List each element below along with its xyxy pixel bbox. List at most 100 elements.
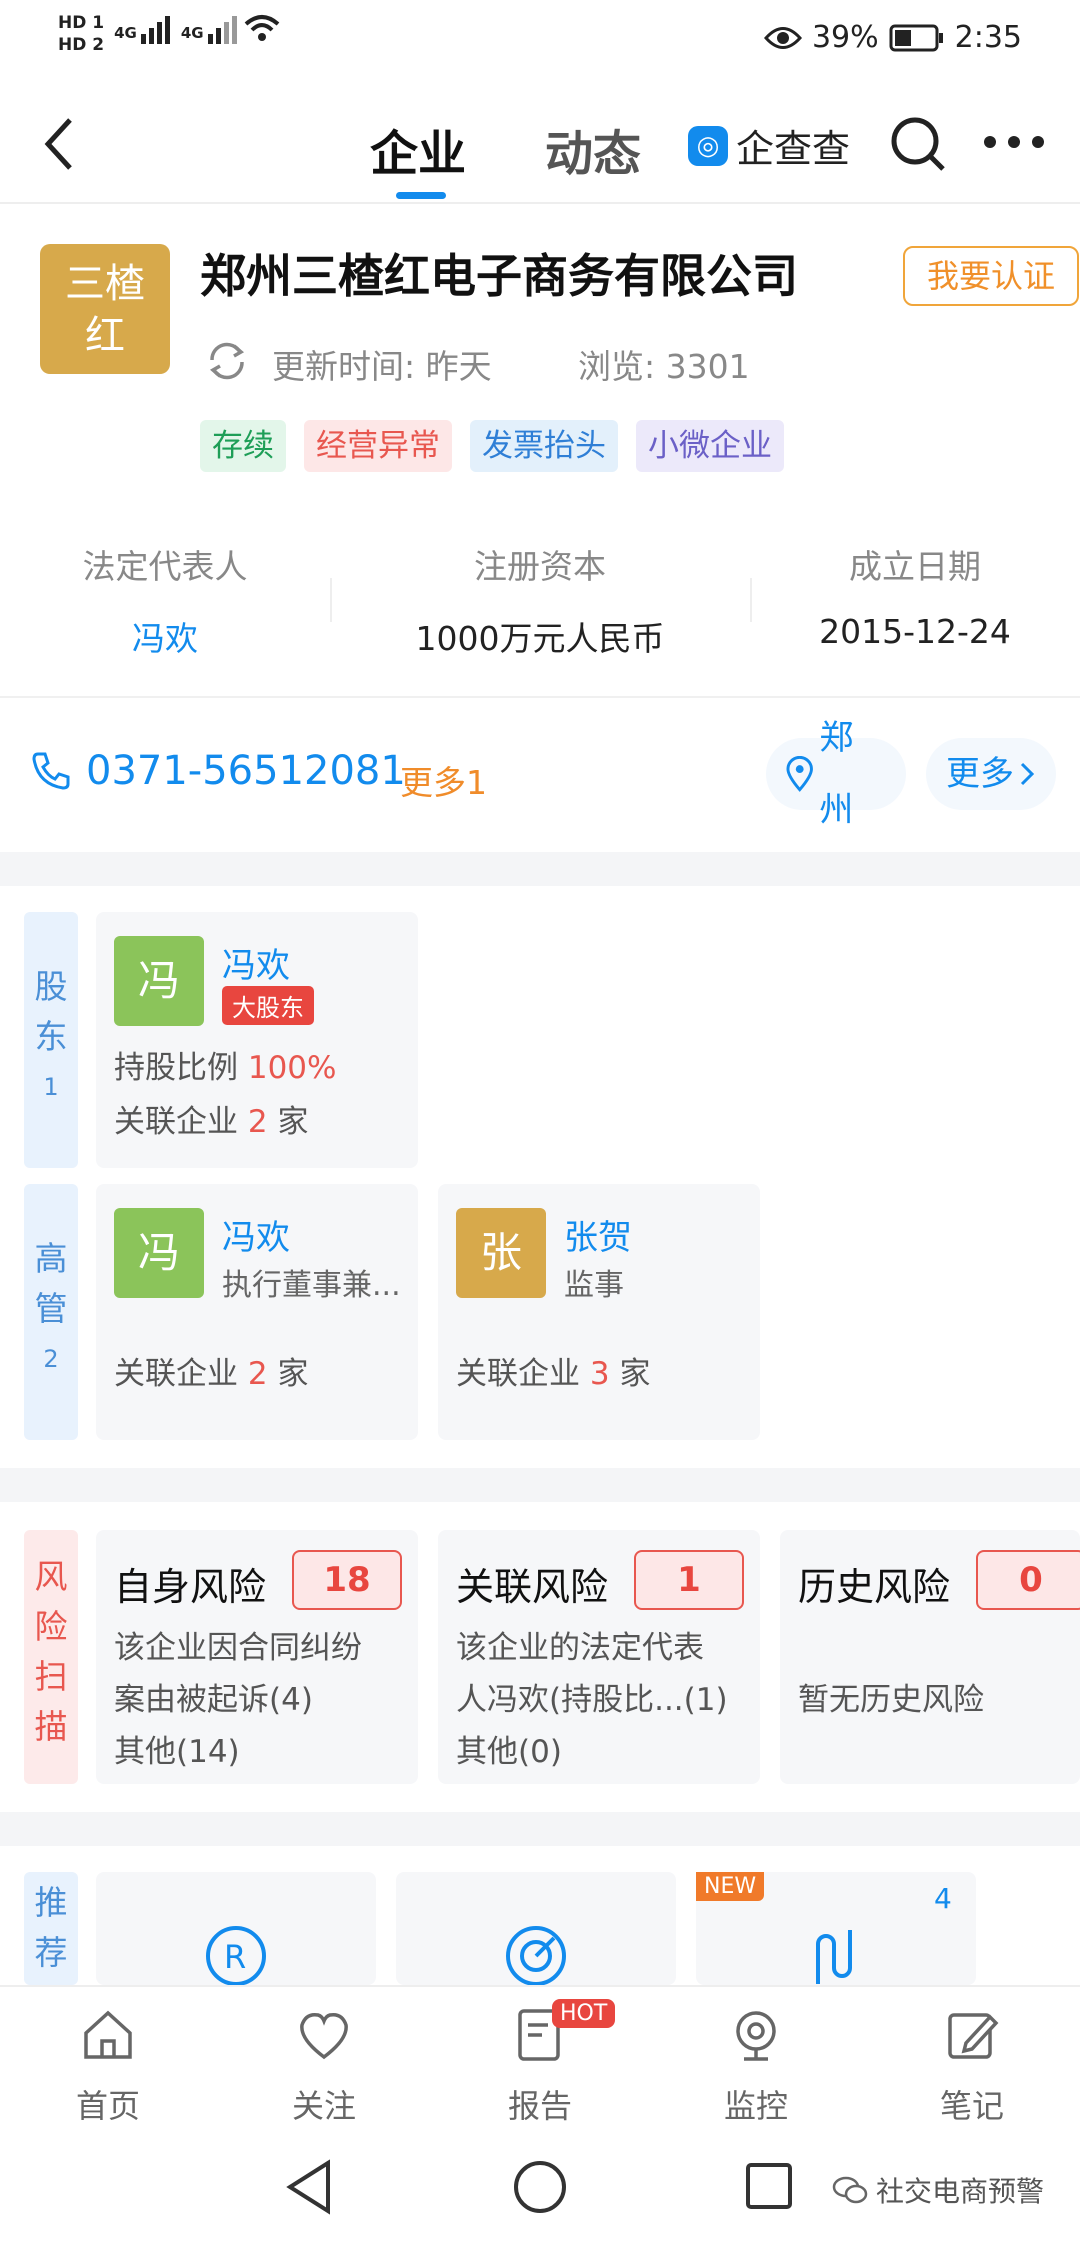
recents-square-icon[interactable] xyxy=(744,2161,794,2211)
capital-value: 1000万元人民币 xyxy=(415,619,665,658)
major-shareholder-badge: 大股东 xyxy=(222,986,314,1025)
nav-home[interactable]: 首页 xyxy=(38,2007,178,2127)
more-phones-link[interactable]: 更多1 xyxy=(400,756,487,804)
ratio-label: 持股比例 xyxy=(114,1050,238,1086)
risk-description: 该企业的法定代表 人冯欢(持股比...(1) 其他(0) xyxy=(456,1622,728,1778)
tab-news[interactable]: 动态 xyxy=(545,114,641,184)
related-count: 2 xyxy=(247,1104,268,1140)
svg-text:R: R xyxy=(224,1938,246,1976)
legal-rep-value[interactable]: 冯欢 xyxy=(20,612,310,660)
related-label: 关联企业 xyxy=(456,1356,580,1392)
nav-label: 报告 xyxy=(507,2087,572,2125)
founded-value: 2015-12-24 xyxy=(819,612,1011,651)
executive-count: 2 xyxy=(43,1345,59,1373)
related-companies: 关联企业 2 家 xyxy=(114,1096,308,1141)
avatar: 冯 xyxy=(114,936,204,1026)
back-arrow-icon[interactable] xyxy=(40,114,80,174)
update-time: 更新时间: 昨天 xyxy=(272,347,492,386)
heart-icon xyxy=(300,2012,348,2060)
tab-active-indicator xyxy=(396,192,446,199)
risk-desc-line: 案由被起诉(4) xyxy=(114,1682,313,1718)
risk-title: 关联风险 xyxy=(456,1565,609,1609)
phone-text: 0371-56512081 xyxy=(86,748,406,794)
nav-follow[interactable]: 关注 xyxy=(254,2007,394,2127)
executive-title: 执行董事兼... xyxy=(222,1268,401,1303)
label-char: 风 xyxy=(34,1557,68,1596)
risk-card-related[interactable]: 关联风险 1 该企业的法定代表 人冯欢(持股比...(1) 其他(0) xyxy=(438,1530,760,1784)
more-icon[interactable] xyxy=(982,132,1046,152)
risk-count: 0 xyxy=(976,1550,1080,1610)
city-button[interactable]: 郑州 xyxy=(766,718,906,830)
risk-card-self[interactable]: 自身风险 18 该企业因合同纠纷 案由被起诉(4) 其他(14) xyxy=(96,1530,418,1784)
tag-active[interactable]: 存续 xyxy=(200,420,286,472)
risk-scan-label[interactable]: 风 险 扫 描 xyxy=(24,1530,78,1784)
wifi-icon xyxy=(244,15,279,41)
recommend-label[interactable]: 推 荐 xyxy=(24,1872,78,1985)
tag-invoice[interactable]: 发票抬头 xyxy=(470,420,618,472)
trademark-icon: R xyxy=(206,1926,266,1986)
nav-label: 监控 xyxy=(723,2087,788,2125)
executive-name[interactable]: 张贺 xyxy=(564,1210,632,1259)
tag-abnormal[interactable]: 经营异常 xyxy=(304,420,452,472)
signal-indicators: HD 1 HD 2 4G 4G xyxy=(58,12,282,56)
risk-count: 18 xyxy=(292,1550,402,1610)
label-char: 股 xyxy=(34,967,68,1006)
shareholder-card[interactable]: 冯 冯欢 大股东 持股比例 100% 关联企业 2 家 xyxy=(96,912,418,1168)
logo-line-2: 红 xyxy=(85,313,125,359)
brand-name: 企查查 xyxy=(736,127,851,171)
risk-card-history[interactable]: 历史风险 0 暂无历史风险 xyxy=(780,1530,1080,1784)
risk-desc-line: 其他(0) xyxy=(456,1734,562,1770)
label-char: 险 xyxy=(34,1607,68,1646)
nav-notes[interactable]: 笔记 xyxy=(902,2007,1042,2127)
status-right: 39% 2:35 xyxy=(763,20,1022,55)
view-count: 浏览: 3301 xyxy=(578,347,750,386)
label-char: 高 xyxy=(34,1239,68,1278)
claim-button[interactable]: 我要认证 xyxy=(903,246,1079,306)
ratio-value: 100% xyxy=(247,1050,337,1086)
divider xyxy=(750,578,752,622)
clock: 2:35 xyxy=(954,20,1022,55)
signal-icon xyxy=(140,16,170,44)
shareholder-name[interactable]: 冯欢 xyxy=(222,938,290,987)
home-icon xyxy=(84,2010,132,2059)
watermark: 社交电商预警 xyxy=(832,2170,1044,2210)
capital-label: 注册资本 xyxy=(474,547,606,586)
section-separator xyxy=(0,852,1080,886)
label-char: 推 xyxy=(34,1883,68,1922)
watermark-text: 社交电商预警 xyxy=(875,2175,1044,2208)
divider xyxy=(330,578,332,622)
nav-monitor[interactable]: 监控 xyxy=(686,2007,826,2127)
executive-card[interactable]: 张 张贺 监事 关联企业 3 家 xyxy=(438,1184,760,1440)
location-icon xyxy=(786,756,813,792)
avatar: 冯 xyxy=(114,1208,204,1298)
chevron-right-icon xyxy=(1020,762,1035,786)
net1-label: 4G xyxy=(114,24,137,42)
hot-badge: HOT xyxy=(552,1999,616,2028)
tab-company[interactable]: 企业 xyxy=(370,114,466,184)
home-circle-icon[interactable] xyxy=(512,2159,568,2215)
hd2-label: HD 2 xyxy=(58,35,105,55)
company-logo: 三楂 红 xyxy=(40,244,170,374)
executives-label[interactable]: 高 管 2 xyxy=(24,1184,78,1440)
shareholders-label[interactable]: 股 东 1 xyxy=(24,912,78,1168)
route-icon xyxy=(816,1930,852,1984)
related-count: 2 xyxy=(247,1356,268,1392)
more-button[interactable]: 更多 xyxy=(926,738,1056,810)
refresh-icon[interactable] xyxy=(204,338,250,384)
tag-small-business[interactable]: 小微企业 xyxy=(636,420,784,472)
back-triangle-icon[interactable] xyxy=(284,2159,334,2215)
shareholder-count: 1 xyxy=(43,1073,59,1101)
recommend-card[interactable]: NEW 4 xyxy=(696,1872,976,1985)
executive-card[interactable]: 冯 冯欢 执行董事兼... 关联企业 2 家 xyxy=(96,1184,418,1440)
nav-report[interactable]: HOT 报告 xyxy=(470,1999,616,2127)
search-icon[interactable] xyxy=(888,114,948,174)
founded-label: 成立日期 xyxy=(849,547,981,586)
recommend-card[interactable] xyxy=(396,1872,676,1986)
recommend-card[interactable]: R xyxy=(96,1872,376,1986)
related-companies: 关联企业 3 家 xyxy=(456,1348,650,1393)
phone-number[interactable]: 0371-56512081 xyxy=(30,748,406,794)
executive-name[interactable]: 冯欢 xyxy=(222,1210,290,1259)
hd1-label: HD 1 xyxy=(58,13,105,33)
divider xyxy=(0,696,1080,698)
risk-description: 暂无历史风险 xyxy=(798,1622,984,1726)
